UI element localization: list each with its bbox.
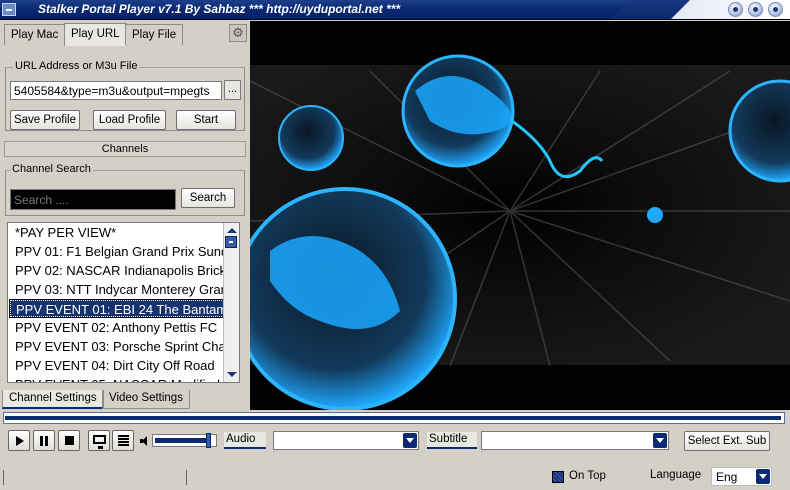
list-icon (118, 435, 129, 447)
pause-button[interactable] (33, 430, 55, 451)
list-item[interactable]: PPV EVENT 04: Dirt City Off Road (9, 356, 225, 375)
list-item[interactable]: PPV EVENT 02: Anthony Pettis FC (9, 318, 225, 337)
subtitle-label: Subtitle (427, 432, 477, 449)
window-menu-icon[interactable] (2, 3, 16, 16)
channels-title: Channels (4, 141, 246, 157)
list-item[interactable]: PPV EVENT 05: NASCAR Modified (9, 375, 225, 382)
audio-label: Audio (224, 432, 266, 449)
volume-fill (155, 438, 211, 443)
tab-video-settings[interactable]: Video Settings (102, 390, 190, 409)
tab-play-mac[interactable]: Play Mac (4, 24, 66, 45)
select-ext-sub-button[interactable]: Select Ext. Sub (684, 431, 770, 451)
chevron-down-icon[interactable] (403, 433, 417, 448)
settings-gear-icon[interactable]: ⚙ (229, 24, 247, 42)
channel-search-label: Channel Search (10, 163, 93, 175)
minimize-button[interactable] (728, 2, 743, 17)
seek-bar[interactable] (3, 412, 785, 424)
maximize-button[interactable] (748, 2, 763, 17)
seek-bar-fill (5, 416, 782, 420)
browse-button[interactable]: ... (224, 80, 241, 100)
on-top-checkbox[interactable] (552, 471, 564, 483)
play-button[interactable] (8, 430, 30, 451)
playlist-button[interactable] (112, 430, 134, 451)
fullscreen-button[interactable] (88, 430, 110, 451)
load-profile-button[interactable]: Load Profile (93, 110, 166, 130)
video-frame (250, 54, 790, 410)
stop-button[interactable] (58, 430, 80, 451)
title-bar: Stalker Portal Player v7.1 By Sahbaz ***… (0, 0, 790, 20)
search-input[interactable]: Search .... (10, 189, 176, 210)
list-item[interactable]: PPV 01: F1 Belgian Grand Prix Sunday (9, 242, 225, 261)
monitor-icon (93, 435, 106, 449)
scroll-down-icon[interactable] (227, 372, 237, 377)
stop-icon (65, 436, 74, 445)
tab-play-url[interactable]: Play URL (64, 23, 127, 46)
tab-play-file[interactable]: Play File (125, 24, 184, 45)
list-item-selected[interactable]: PPV EVENT 01: EBI 24 The Bantamweights (9, 299, 225, 318)
scroll-up-icon[interactable] (227, 228, 237, 233)
subtitle-select[interactable] (481, 431, 669, 450)
start-button[interactable]: Start (176, 110, 236, 130)
video-player[interactable] (250, 21, 790, 410)
status-panel (3, 470, 187, 485)
language-select[interactable]: Eng (711, 467, 772, 486)
play-icon (16, 436, 24, 446)
tab-channel-settings[interactable]: Channel Settings (2, 390, 104, 409)
on-top-label: On Top (569, 470, 606, 482)
list-item[interactable]: PPV 03: NTT Indycar Monterey Grand Prix (9, 280, 225, 299)
close-button[interactable] (768, 2, 783, 17)
channel-list[interactable]: *PAY PER VIEW* PPV 01: F1 Belgian Grand … (7, 222, 240, 383)
url-group-label: URL Address or M3u File (13, 60, 140, 72)
language-label: Language (650, 469, 702, 481)
language-select-value: Eng (716, 470, 738, 484)
audio-select[interactable] (273, 431, 419, 450)
volume-knob[interactable] (206, 433, 212, 448)
speaker-icon (140, 436, 150, 446)
window-title: Stalker Portal Player v7.1 By Sahbaz ***… (38, 2, 401, 16)
list-item[interactable]: PPV EVENT 03: Porsche Sprint Challenge (9, 337, 225, 356)
chevron-down-icon[interactable] (653, 433, 667, 448)
save-profile-button[interactable]: Save Profile (10, 110, 80, 130)
list-item[interactable]: PPV 02: NASCAR Indianapolis Brickyard (9, 261, 225, 280)
list-item[interactable]: *PAY PER VIEW* (9, 223, 225, 242)
url-input[interactable]: 5405584&type=m3u&output=mpegts (10, 81, 222, 100)
volume-slider[interactable] (152, 433, 217, 448)
channel-list-scrollbar[interactable] (223, 223, 239, 382)
chevron-down-icon[interactable] (756, 469, 770, 484)
search-button[interactable]: Search (181, 188, 235, 208)
scroll-thumb[interactable] (225, 236, 237, 248)
